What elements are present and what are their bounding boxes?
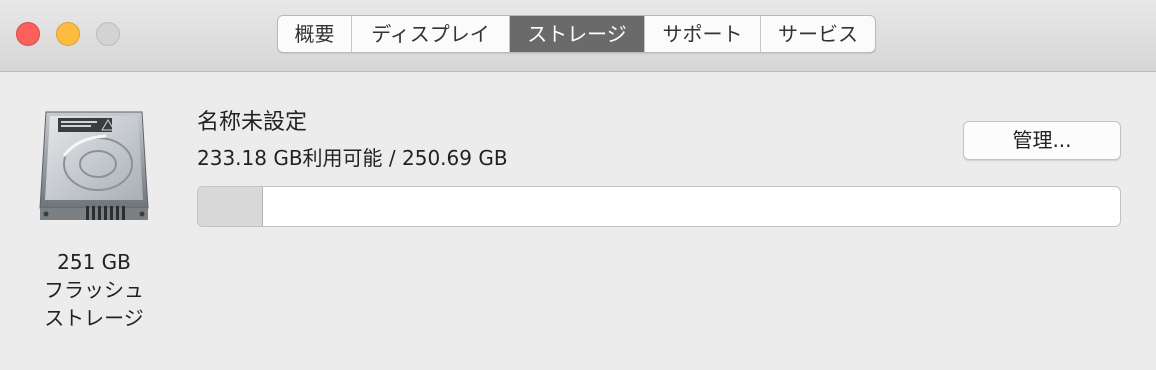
tab-bar: 概要 ディスプレイ ストレージ サポート サービス xyxy=(277,15,876,53)
storage-usage-bar xyxy=(197,186,1121,227)
disk-name: 名称未設定 xyxy=(197,110,308,135)
manage-button[interactable]: 管理... xyxy=(963,121,1121,160)
window-titlebar: 概要 ディスプレイ ストレージ サポート サービス xyxy=(0,0,1156,72)
hard-drive-icon xyxy=(36,108,152,230)
close-window-button[interactable] xyxy=(16,22,40,46)
zoom-window-button[interactable] xyxy=(96,22,120,46)
tab-service[interactable]: サービス xyxy=(761,16,875,52)
tab-storage[interactable]: ストレージ xyxy=(510,16,645,52)
disk-type-line2: ストレージ xyxy=(44,306,144,330)
disk-size-label: 251 GB xyxy=(57,250,131,274)
disk-type-line1: フラッシュ xyxy=(44,278,144,302)
tab-support[interactable]: サポート xyxy=(645,16,761,52)
disk-capacity-text: 233.18 GB利用可能 / 250.69 GB xyxy=(197,146,508,170)
tab-overview[interactable]: 概要 xyxy=(278,16,352,52)
tab-displays[interactable]: ディスプレイ xyxy=(352,16,510,52)
minimize-window-button[interactable] xyxy=(56,22,80,46)
storage-used-segment xyxy=(198,187,263,226)
disk-caption: 251 GB フラッシュ ストレージ xyxy=(20,248,168,332)
